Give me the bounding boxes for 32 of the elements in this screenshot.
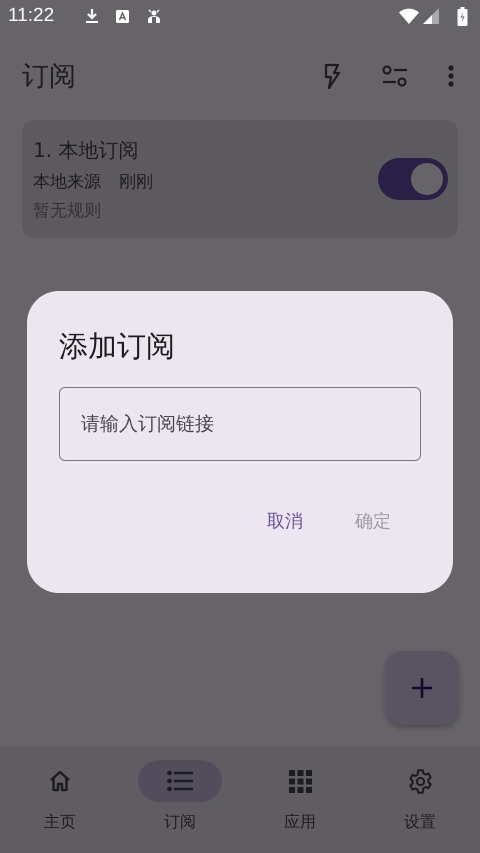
toggle-switch[interactable] xyxy=(378,158,448,200)
nav-tab[interactable]: 应用 xyxy=(240,760,360,853)
url-input-field[interactable]: 请输入订阅链接 xyxy=(59,387,421,461)
status-time: 11:22 xyxy=(8,5,54,27)
lightning-icon[interactable] xyxy=(322,63,342,89)
update-time: 刚刚 xyxy=(119,170,153,192)
grid-icon xyxy=(288,770,312,792)
source-label: 本地来源 xyxy=(33,170,101,192)
dialog-button[interactable]: 取消 xyxy=(249,503,321,539)
plus-icon xyxy=(412,678,432,698)
nav-tab[interactable]: 订阅 xyxy=(120,760,240,853)
settings-icon xyxy=(406,768,434,794)
list-icon xyxy=(167,770,193,792)
nav-label: 设置 xyxy=(404,812,436,833)
subscription-title: 1. 本地订阅 xyxy=(33,136,140,164)
nav-tab[interactable]: 主页 xyxy=(0,760,120,853)
nav-label: 主页 xyxy=(44,812,76,833)
nav-tab[interactable]: 设置 xyxy=(360,760,480,853)
nav-label: 应用 xyxy=(284,812,316,833)
add-button[interactable] xyxy=(385,651,459,725)
page-title: 订阅 xyxy=(22,60,76,94)
letter-a-icon xyxy=(116,10,130,22)
nav-label: 订阅 xyxy=(164,812,196,833)
robot-icon xyxy=(146,8,162,24)
dialog-title: 添加订阅 xyxy=(59,328,176,365)
signal-icon xyxy=(423,8,439,24)
battery-icon xyxy=(457,6,468,26)
filter-icon[interactable] xyxy=(382,65,408,87)
home-icon xyxy=(48,769,72,793)
more-icon[interactable] xyxy=(448,65,454,87)
wifi-icon xyxy=(399,8,419,24)
download-icon xyxy=(85,8,100,24)
